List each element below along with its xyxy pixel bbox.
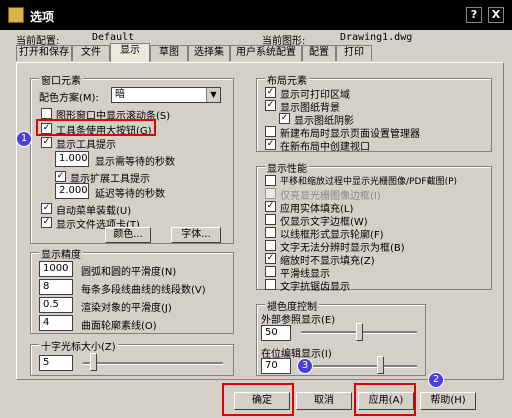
arc-smoothness-field[interactable]: 1000 — [39, 261, 73, 277]
polyline-segments-field[interactable]: 8 — [39, 279, 73, 295]
tab-user-preferences[interactable]: 用户系统配置 — [230, 45, 302, 61]
pan-zoom-raster-checkbox[interactable] — [265, 175, 276, 186]
xref-display-label: 外部参照显示(E) — [261, 315, 336, 326]
scrollbars-checkbox[interactable] — [41, 108, 52, 119]
annotation-badge-3: 3 — [297, 358, 313, 374]
contour-lines-field[interactable]: 4 — [39, 315, 73, 331]
layout-elements-label: 布局元素 — [265, 72, 309, 87]
xref-display-field[interactable]: 50 — [261, 325, 291, 341]
display-resolution-group: 显示精度 1000 圆弧和圆的平滑度(N) 8 每条多段线曲线的线段数(V) 0… — [30, 246, 234, 334]
pan-zoom-raster-label: 平移和缩放过程中显示光栅图像/PDF截图(P) — [280, 177, 458, 187]
paper-shadow-checkbox[interactable]: ✓ — [279, 113, 290, 124]
window-title: 选项 — [30, 10, 55, 24]
layout-elements-group: 布局元素 ✓ 显示可打印区域 ✓ 显示图纸背景 ✓ 显示图纸阴影 新建布局时显示… — [256, 72, 492, 153]
display-performance-label: 显示性能 — [265, 160, 309, 175]
extended-delay-label: 延迟等待的秒数 — [95, 189, 165, 200]
annotation-box-apply — [354, 383, 416, 416]
tab-files[interactable]: 文件 — [72, 45, 110, 61]
chevron-down-icon[interactable]: ▼ — [206, 88, 220, 102]
current-drawing-value: Drawing1.dwg — [340, 32, 413, 43]
text-frame-checkbox[interactable] — [265, 214, 276, 225]
tab-display[interactable]: 显示 — [110, 43, 150, 63]
solid-fill-checkbox[interactable]: ✓ — [265, 201, 276, 212]
auto-menu-load-checkbox[interactable]: ✓ — [41, 203, 52, 214]
close-icon[interactable]: X — [488, 7, 504, 23]
no-fill-zoom-checkbox[interactable]: ✓ — [265, 253, 276, 264]
render-smoothness-field[interactable]: 0.5 — [39, 297, 73, 313]
fonts-button[interactable]: 字体... — [171, 227, 221, 243]
show-tooltips-label: 显示工具提示 — [56, 140, 116, 151]
cancel-button[interactable]: 取消 — [296, 392, 352, 410]
display-resolution-label: 显示精度 — [39, 246, 83, 261]
text-as-box-checkbox[interactable] — [265, 240, 276, 251]
inplace-slider-thumb[interactable] — [377, 356, 385, 374]
color-scheme-value: 暗 — [115, 89, 125, 100]
options-dialog: 选项 ? X 当前配置: Default 当前图形: Drawing1.dwg … — [0, 0, 512, 418]
annotation-badge-1: 1 — [16, 131, 32, 147]
create-viewport-label: 在新布局中创建视口 — [280, 142, 370, 153]
page-setup-manager-checkbox[interactable] — [265, 126, 276, 137]
crosshair-slider-track[interactable] — [83, 362, 223, 365]
tooltip-delay-label: 显示需等待的秒数 — [95, 157, 175, 168]
crosshair-slider-thumb[interactable] — [89, 353, 97, 371]
tab-plot[interactable]: 打印 — [336, 45, 372, 61]
help-button[interactable]: 帮助(H) — [420, 392, 476, 410]
contour-lines-label: 曲面轮廓素线(O) — [81, 321, 157, 332]
crosshair-size-group: 十字光标大小(Z) 5 — [30, 338, 234, 376]
text-antialias-label: 文字抗锯齿显示 — [280, 282, 350, 293]
xref-slider-thumb[interactable] — [355, 323, 363, 341]
app-icon — [8, 7, 24, 23]
polyline-segments-label: 每条多段线曲线的线段数(V) — [81, 285, 206, 296]
color-scheme-label: 配色方案(M): — [39, 93, 99, 104]
tab-selection[interactable]: 选择集 — [188, 45, 230, 61]
crosshair-size-field[interactable]: 5 — [39, 355, 73, 371]
inplace-edit-field[interactable]: 70 — [261, 358, 291, 374]
arc-smoothness-label: 圆弧和圆的平滑度(N) — [81, 267, 177, 278]
tab-open-save[interactable]: 打开和保存 — [16, 45, 72, 61]
wireframe-silhouette-checkbox[interactable] — [265, 227, 276, 238]
file-tabs-checkbox[interactable]: ✓ — [41, 217, 52, 228]
annotation-box-ok — [222, 383, 294, 416]
tab-drafting[interactable]: 草图 — [150, 45, 188, 61]
tab-profiles[interactable]: 配置 — [302, 45, 336, 61]
color-scheme-select[interactable]: 暗 ▼ — [111, 87, 221, 103]
colors-button[interactable]: 颜色... — [105, 227, 151, 243]
tooltip-delay-field[interactable]: 1.000 — [55, 151, 89, 167]
extended-delay-field[interactable]: 2.000 — [55, 183, 89, 199]
fade-control-group: 褪色度控制 外部参照显示(E) 50 在位编辑显示(I) 70 — [256, 298, 426, 376]
extended-tooltips-checkbox[interactable]: ✓ — [55, 171, 66, 182]
paper-background-checkbox[interactable]: ✓ — [265, 100, 276, 111]
window-elements-label: 窗口元素 — [39, 72, 83, 87]
display-performance-group: 显示性能 平移和缩放过程中显示光栅图像/PDF截图(P) 仅亮显光栅图像边框(I… — [256, 160, 492, 293]
window-elements-group: 窗口元素 配色方案(M): 暗 ▼ 图形窗口中显示滚动条(S) ✓ 工具条使用大… — [30, 72, 234, 244]
current-config-value: Default — [92, 32, 135, 43]
annotation-box-large-buttons — [36, 119, 156, 136]
crosshair-size-label: 十字光标大小(Z) — [39, 338, 118, 353]
auto-menu-load-label: 自动菜单装载(U) — [56, 206, 132, 217]
help-icon[interactable]: ? — [466, 7, 482, 23]
show-tooltips-checkbox[interactable]: ✓ — [41, 137, 52, 148]
text-antialias-checkbox[interactable] — [265, 279, 276, 290]
render-smoothness-label: 渲染对象的平滑度(J) — [81, 303, 172, 314]
printable-area-checkbox[interactable]: ✓ — [265, 87, 276, 98]
annotation-badge-2: 2 — [428, 372, 444, 388]
create-viewport-checkbox[interactable]: ✓ — [265, 139, 276, 150]
smooth-line-checkbox[interactable] — [265, 266, 276, 277]
inplace-slider-track[interactable] — [301, 365, 417, 368]
title-bar: 选项 ? X — [0, 0, 512, 30]
raster-frame-checkbox — [265, 188, 276, 199]
